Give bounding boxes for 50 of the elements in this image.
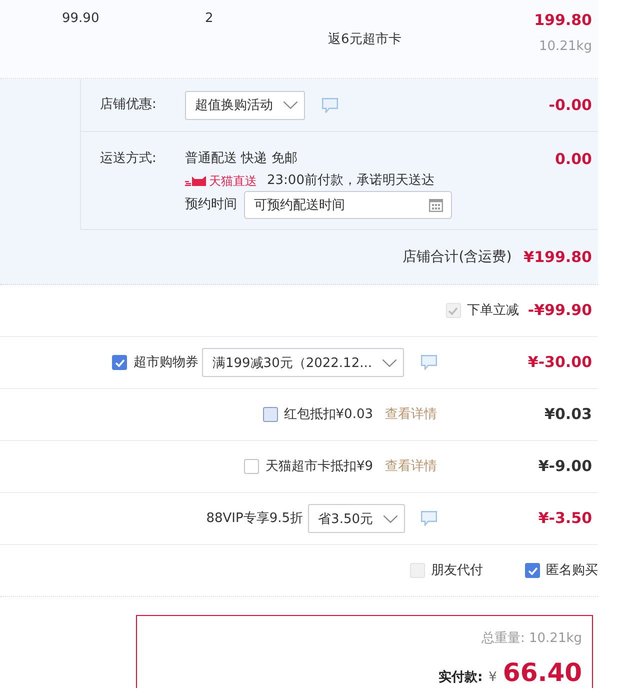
- check-icon: [528, 566, 538, 574]
- total-weight: 总重量: 10.21kg: [481, 631, 582, 647]
- payment-label: 实付款:: [438, 670, 483, 686]
- option-label: 下单立减: [466, 302, 519, 318]
- option-label: 朋友代付: [431, 562, 483, 578]
- checkbox[interactable]: [112, 355, 128, 370]
- item-weight: 10.21kg: [539, 39, 592, 55]
- store-total-label: 店铺合计(含运费): [402, 249, 512, 265]
- option-dropdown[interactable]: 省3.50元: [308, 504, 405, 533]
- caret-icon: [382, 358, 397, 366]
- adjustment-amount: ¥-3.50: [538, 509, 592, 527]
- option-dropdown[interactable]: 满199减30元（2022.12...: [202, 348, 404, 377]
- promotion-text: 返6元超市卡: [328, 32, 402, 48]
- payment-amount: 66.40: [502, 659, 582, 687]
- shipping-method: 普通配送 快递 免邮: [185, 151, 298, 166]
- option-label: 红包抵扣¥0.03: [284, 406, 373, 422]
- checkbox[interactable]: [262, 407, 278, 422]
- delivery-time-field[interactable]: 可预约配送时间: [244, 191, 452, 219]
- shipping-label: 运送方式:: [100, 151, 158, 167]
- checkbox[interactable]: [244, 459, 260, 474]
- chat-bubble-icon[interactable]: [421, 355, 437, 370]
- delivery-service-label: 天猫直送: [209, 173, 257, 189]
- promotion-dropdown[interactable]: 超值换购活动: [185, 90, 305, 120]
- delivery-promise: 23:00前付款，承诺明天送达: [267, 173, 434, 189]
- caret-icon: [383, 514, 398, 522]
- option-label: 88VIP专享9.5折: [206, 510, 304, 526]
- chat-bubble-icon[interactable]: [322, 98, 338, 112]
- unit-price: 99.90: [62, 11, 100, 26]
- adjustment-amount: ¥-9.00: [538, 457, 592, 475]
- option-label: 匿名购买: [546, 562, 598, 578]
- discount-amount: -0.00: [548, 96, 592, 114]
- calendar-icon[interactable]: [429, 198, 443, 212]
- cat-logo-icon: [185, 176, 206, 186]
- checkbox[interactable]: [525, 563, 540, 578]
- adjustment-amount: ¥0.03: [544, 405, 592, 423]
- check-icon: [448, 306, 458, 314]
- chat-bubble-icon[interactable]: [421, 511, 437, 526]
- option-label: 超市购物券: [133, 354, 198, 370]
- subtotal-price: 199.80: [534, 11, 592, 29]
- quantity: 2: [205, 11, 214, 26]
- appointment-label: 预约时间: [185, 197, 237, 213]
- option-label: 天猫超市卡抵扣¥9: [265, 458, 373, 474]
- store-total-amount: ¥199.80: [524, 248, 592, 266]
- currency-symbol: ¥: [488, 670, 497, 686]
- check-icon: [114, 358, 125, 366]
- discount-label: 店铺优惠:: [100, 97, 158, 113]
- adjustment-amount: ¥-30.00: [528, 353, 592, 371]
- shipping-amount: 0.00: [554, 150, 592, 168]
- caret-icon: [283, 101, 298, 109]
- adjustment-amount: -¥99.90: [528, 301, 592, 319]
